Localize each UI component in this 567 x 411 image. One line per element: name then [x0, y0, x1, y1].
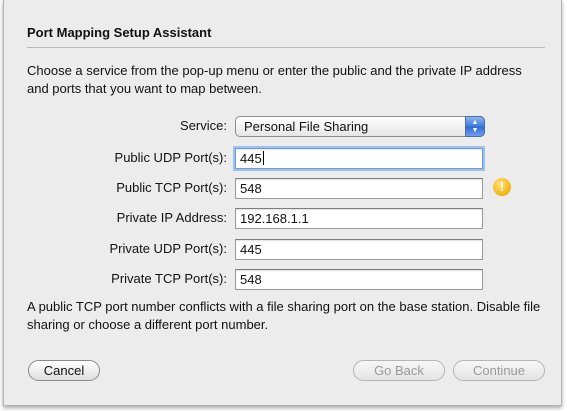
private-udp-value: 445 [240, 242, 262, 257]
public-udp-field[interactable]: 445 [235, 148, 483, 169]
public-udp-value: 445 [240, 151, 262, 166]
popup-arrows-icon[interactable]: ▲ ▼ [465, 116, 485, 137]
private-ip-field[interactable]: 192.168.1.1 [235, 208, 483, 229]
public-udp-label: Public UDP Port(s): [114, 150, 227, 165]
continue-button[interactable]: Continue [453, 360, 545, 381]
go-back-button[interactable]: Go Back [353, 360, 445, 381]
title-divider [27, 47, 545, 48]
port-conflict-message: A public TCP port number conflicts with … [27, 299, 541, 332]
cancel-button[interactable]: Cancel [28, 360, 100, 381]
private-udp-field[interactable]: 445 [235, 239, 483, 260]
public-tcp-label: Public TCP Port(s): [116, 180, 227, 195]
dialog-description: Choose a service from the pop-up menu or… [27, 63, 522, 96]
private-ip-label: Private IP Address: [116, 210, 227, 225]
public-tcp-field[interactable]: 548 [235, 178, 483, 199]
public-tcp-value: 548 [240, 181, 262, 196]
private-udp-label: Private UDP Port(s): [109, 241, 227, 256]
dialog-title: Port Mapping Setup Assistant [27, 25, 212, 40]
text-caret [262, 151, 264, 165]
private-tcp-label: Private TCP Port(s): [111, 271, 227, 286]
warning-icon: ! [493, 178, 511, 196]
service-popup[interactable]: Personal File Sharing ▲ ▼ [235, 116, 485, 137]
setup-assistant-sheet: Port Mapping Setup Assistant Choose a se… [3, 0, 562, 406]
private-tcp-value: 548 [240, 272, 262, 287]
service-label: Service: [180, 118, 227, 133]
service-popup-value: Personal File Sharing [244, 119, 369, 134]
private-ip-value: 192.168.1.1 [240, 211, 309, 226]
private-tcp-field[interactable]: 548 [235, 269, 483, 290]
